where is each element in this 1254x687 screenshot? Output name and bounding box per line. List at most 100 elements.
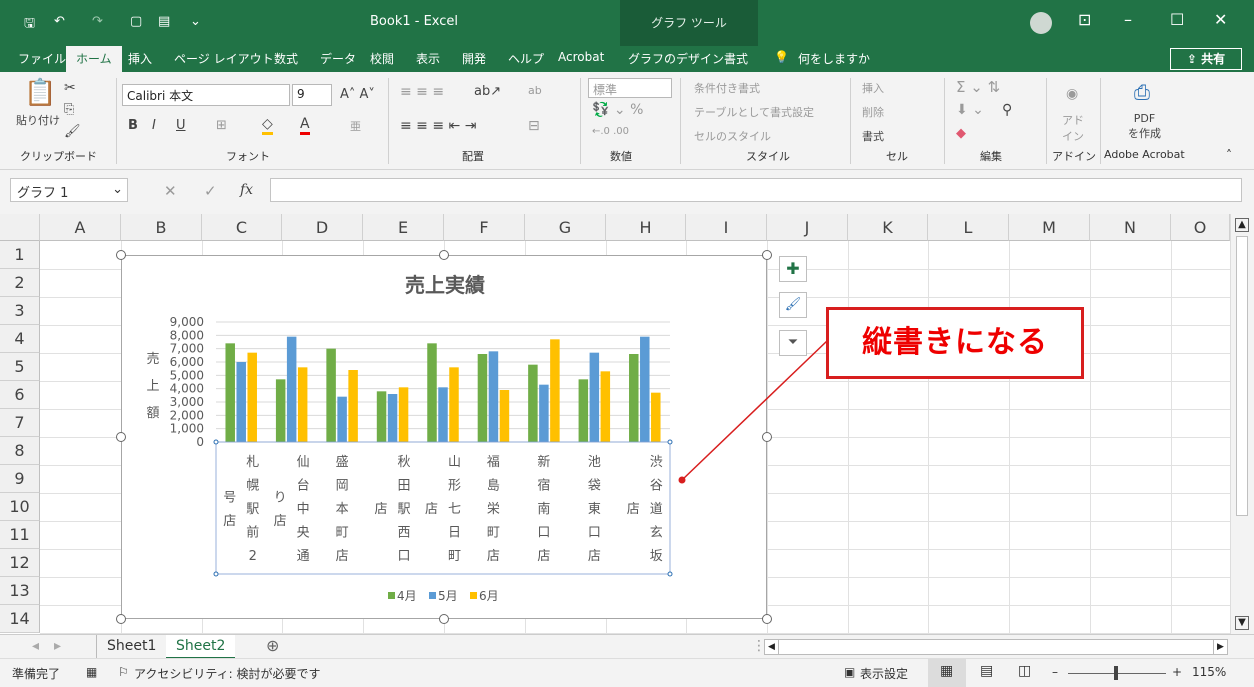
row-header-3[interactable]: 3	[0, 297, 40, 325]
column-header-M[interactable]: M	[1009, 214, 1090, 241]
formula-input[interactable]	[270, 178, 1242, 202]
tab-review[interactable]: 校閲	[370, 50, 394, 67]
row-header-5[interactable]: 5	[0, 353, 40, 381]
column-header-K[interactable]: K	[848, 214, 928, 241]
scroll-left-icon[interactable]: ◀	[765, 640, 779, 654]
name-box[interactable]: グラフ 1 ⌄	[10, 178, 128, 202]
zoom-in-icon[interactable]: +	[1172, 665, 1182, 679]
tab-chart-design[interactable]: グラフのデザイン	[628, 50, 724, 67]
borders-icon[interactable]: ⊞	[216, 118, 227, 133]
row-header-10[interactable]: 10	[0, 493, 40, 521]
sheet-tab-active[interactable]: Sheet2	[166, 635, 236, 659]
zoom-slider-thumb[interactable]	[1114, 666, 1118, 680]
chart-styles-button[interactable]: 🖌	[779, 292, 807, 318]
format-painter-icon[interactable]: 🖌	[64, 124, 81, 139]
column-header-F[interactable]: F	[444, 214, 525, 241]
copy-icon[interactable]: ⎘	[64, 102, 74, 117]
resize-handle[interactable]	[762, 614, 772, 624]
tab-data[interactable]: データ	[320, 50, 356, 67]
create-pdf-label[interactable]: PDF を作成	[1128, 112, 1161, 141]
resize-handle[interactable]	[439, 250, 449, 260]
fill-color-icon[interactable]: ◇	[262, 116, 273, 135]
decimal-icon[interactable]: ←.0 .00	[592, 126, 629, 137]
addin-label[interactable]: アド イン	[1062, 112, 1084, 144]
tab-developer[interactable]: 開発	[462, 50, 486, 67]
fill-icon[interactable]: ⬇ ⌄	[956, 102, 984, 118]
column-header-G[interactable]: G	[525, 214, 606, 241]
resize-handle[interactable]	[439, 614, 449, 624]
row-header-9[interactable]: 9	[0, 465, 40, 493]
zoom-out-icon[interactable]: –	[1052, 665, 1058, 679]
ribbon-display-icon[interactable]: ⊡	[1078, 10, 1091, 29]
orientation-icon[interactable]: ab↗	[474, 84, 501, 99]
vertical-scrollbar[interactable]: ▲ ▼	[1230, 214, 1254, 634]
row-header-14[interactable]: 14	[0, 605, 40, 633]
font-color-icon[interactable]: A	[300, 116, 310, 135]
tab-home[interactable]: ホーム	[66, 46, 122, 72]
resize-handle[interactable]	[762, 250, 772, 260]
paste-icon[interactable]: 📋	[24, 78, 56, 108]
sheet-tab[interactable]: Sheet1	[96, 635, 168, 659]
display-settings-icon[interactable]: ▣	[844, 665, 855, 679]
align-left-icon[interactable]: ≡ ≡ ≡ ⇤ ⇥	[400, 118, 476, 134]
cell-styles-button[interactable]: セルのスタイル	[694, 128, 771, 144]
enter-icon[interactable]: ✓	[204, 182, 217, 200]
grow-font-icon[interactable]: A˄ A˅	[340, 87, 375, 102]
underline-button[interactable]: U	[176, 118, 186, 133]
column-header-H[interactable]: H	[606, 214, 686, 241]
normal-view-icon[interactable]: ▦	[940, 663, 953, 679]
cancel-icon[interactable]: ✕	[164, 182, 177, 200]
row-header-11[interactable]: 11	[0, 521, 40, 549]
column-header-L[interactable]: L	[928, 214, 1009, 241]
minimize-button[interactable]: –	[1124, 10, 1132, 29]
scroll-right-icon[interactable]: ▶	[1213, 640, 1227, 654]
delete-cells-button[interactable]: 削除	[862, 104, 884, 120]
row-header-1[interactable]: 1	[0, 241, 40, 269]
row-header-6[interactable]: 6	[0, 381, 40, 409]
form-icon[interactable]: ▤	[158, 14, 170, 29]
column-header-J[interactable]: J	[767, 214, 848, 241]
customize-qat-icon[interactable]: ⌄	[190, 14, 201, 29]
resize-handle[interactable]	[116, 614, 126, 624]
redo-icon[interactable]: ↷	[92, 14, 103, 29]
tab-acrobat[interactable]: Acrobat	[558, 50, 604, 64]
italic-button[interactable]: I	[152, 118, 156, 133]
tab-format[interactable]: 書式	[724, 50, 748, 67]
resize-handle[interactable]	[116, 250, 126, 260]
merge-center-icon[interactable]: ⊟	[528, 118, 540, 134]
row-header-8[interactable]: 8	[0, 437, 40, 465]
tab-formulas[interactable]: 数式	[274, 50, 298, 67]
save-icon[interactable]: 🖫	[24, 14, 35, 36]
currency-icon[interactable]: 💱 ⌄ %	[592, 102, 643, 118]
undo-icon[interactable]: ↶	[54, 14, 65, 29]
tab-help[interactable]: ヘルプ	[508, 50, 544, 67]
collapse-ribbon-icon[interactable]: ˄	[1226, 148, 1232, 162]
select-all-corner[interactable]	[0, 214, 40, 241]
find-icon[interactable]: ⚲	[1002, 102, 1012, 118]
row-header-13[interactable]: 13	[0, 577, 40, 605]
autosum-icon[interactable]: Σ ⌄ ⇅	[956, 78, 1000, 96]
clear-icon[interactable]: ◆	[956, 126, 966, 141]
scroll-up-icon[interactable]: ▲	[1235, 218, 1249, 232]
zoom-level[interactable]: 115%	[1192, 665, 1226, 679]
row-header-4[interactable]: 4	[0, 325, 40, 353]
addin-icon[interactable]: ◉	[1066, 86, 1078, 102]
tell-me-search[interactable]: 何をしますか	[798, 50, 870, 67]
resize-handle[interactable]	[116, 432, 126, 442]
add-sheet-icon[interactable]: ⊕	[256, 635, 289, 659]
new-file-icon[interactable]: ▢	[130, 14, 142, 29]
tab-insert[interactable]: 挿入	[128, 50, 152, 67]
column-header-A[interactable]: A	[40, 214, 121, 241]
maximize-button[interactable]: ☐	[1170, 10, 1184, 29]
scroll-down-icon[interactable]: ▼	[1235, 616, 1249, 630]
scroll-thumb[interactable]	[1236, 236, 1248, 516]
conditional-format-button[interactable]: 条件付き書式	[694, 80, 760, 96]
macro-record-icon[interactable]: ▦	[86, 665, 97, 679]
horizontal-scrollbar[interactable]: ◀ ▶	[764, 639, 1228, 655]
column-header-I[interactable]: I	[686, 214, 767, 241]
next-sheet-icon[interactable]: ▸	[44, 635, 71, 659]
font-name-select[interactable]: Calibri 本文	[122, 84, 290, 106]
pdf-icon[interactable]: ⎙	[1134, 80, 1150, 104]
page-layout-view-icon[interactable]: ▤	[980, 663, 993, 679]
display-settings-button[interactable]: 表示設定	[860, 665, 908, 682]
